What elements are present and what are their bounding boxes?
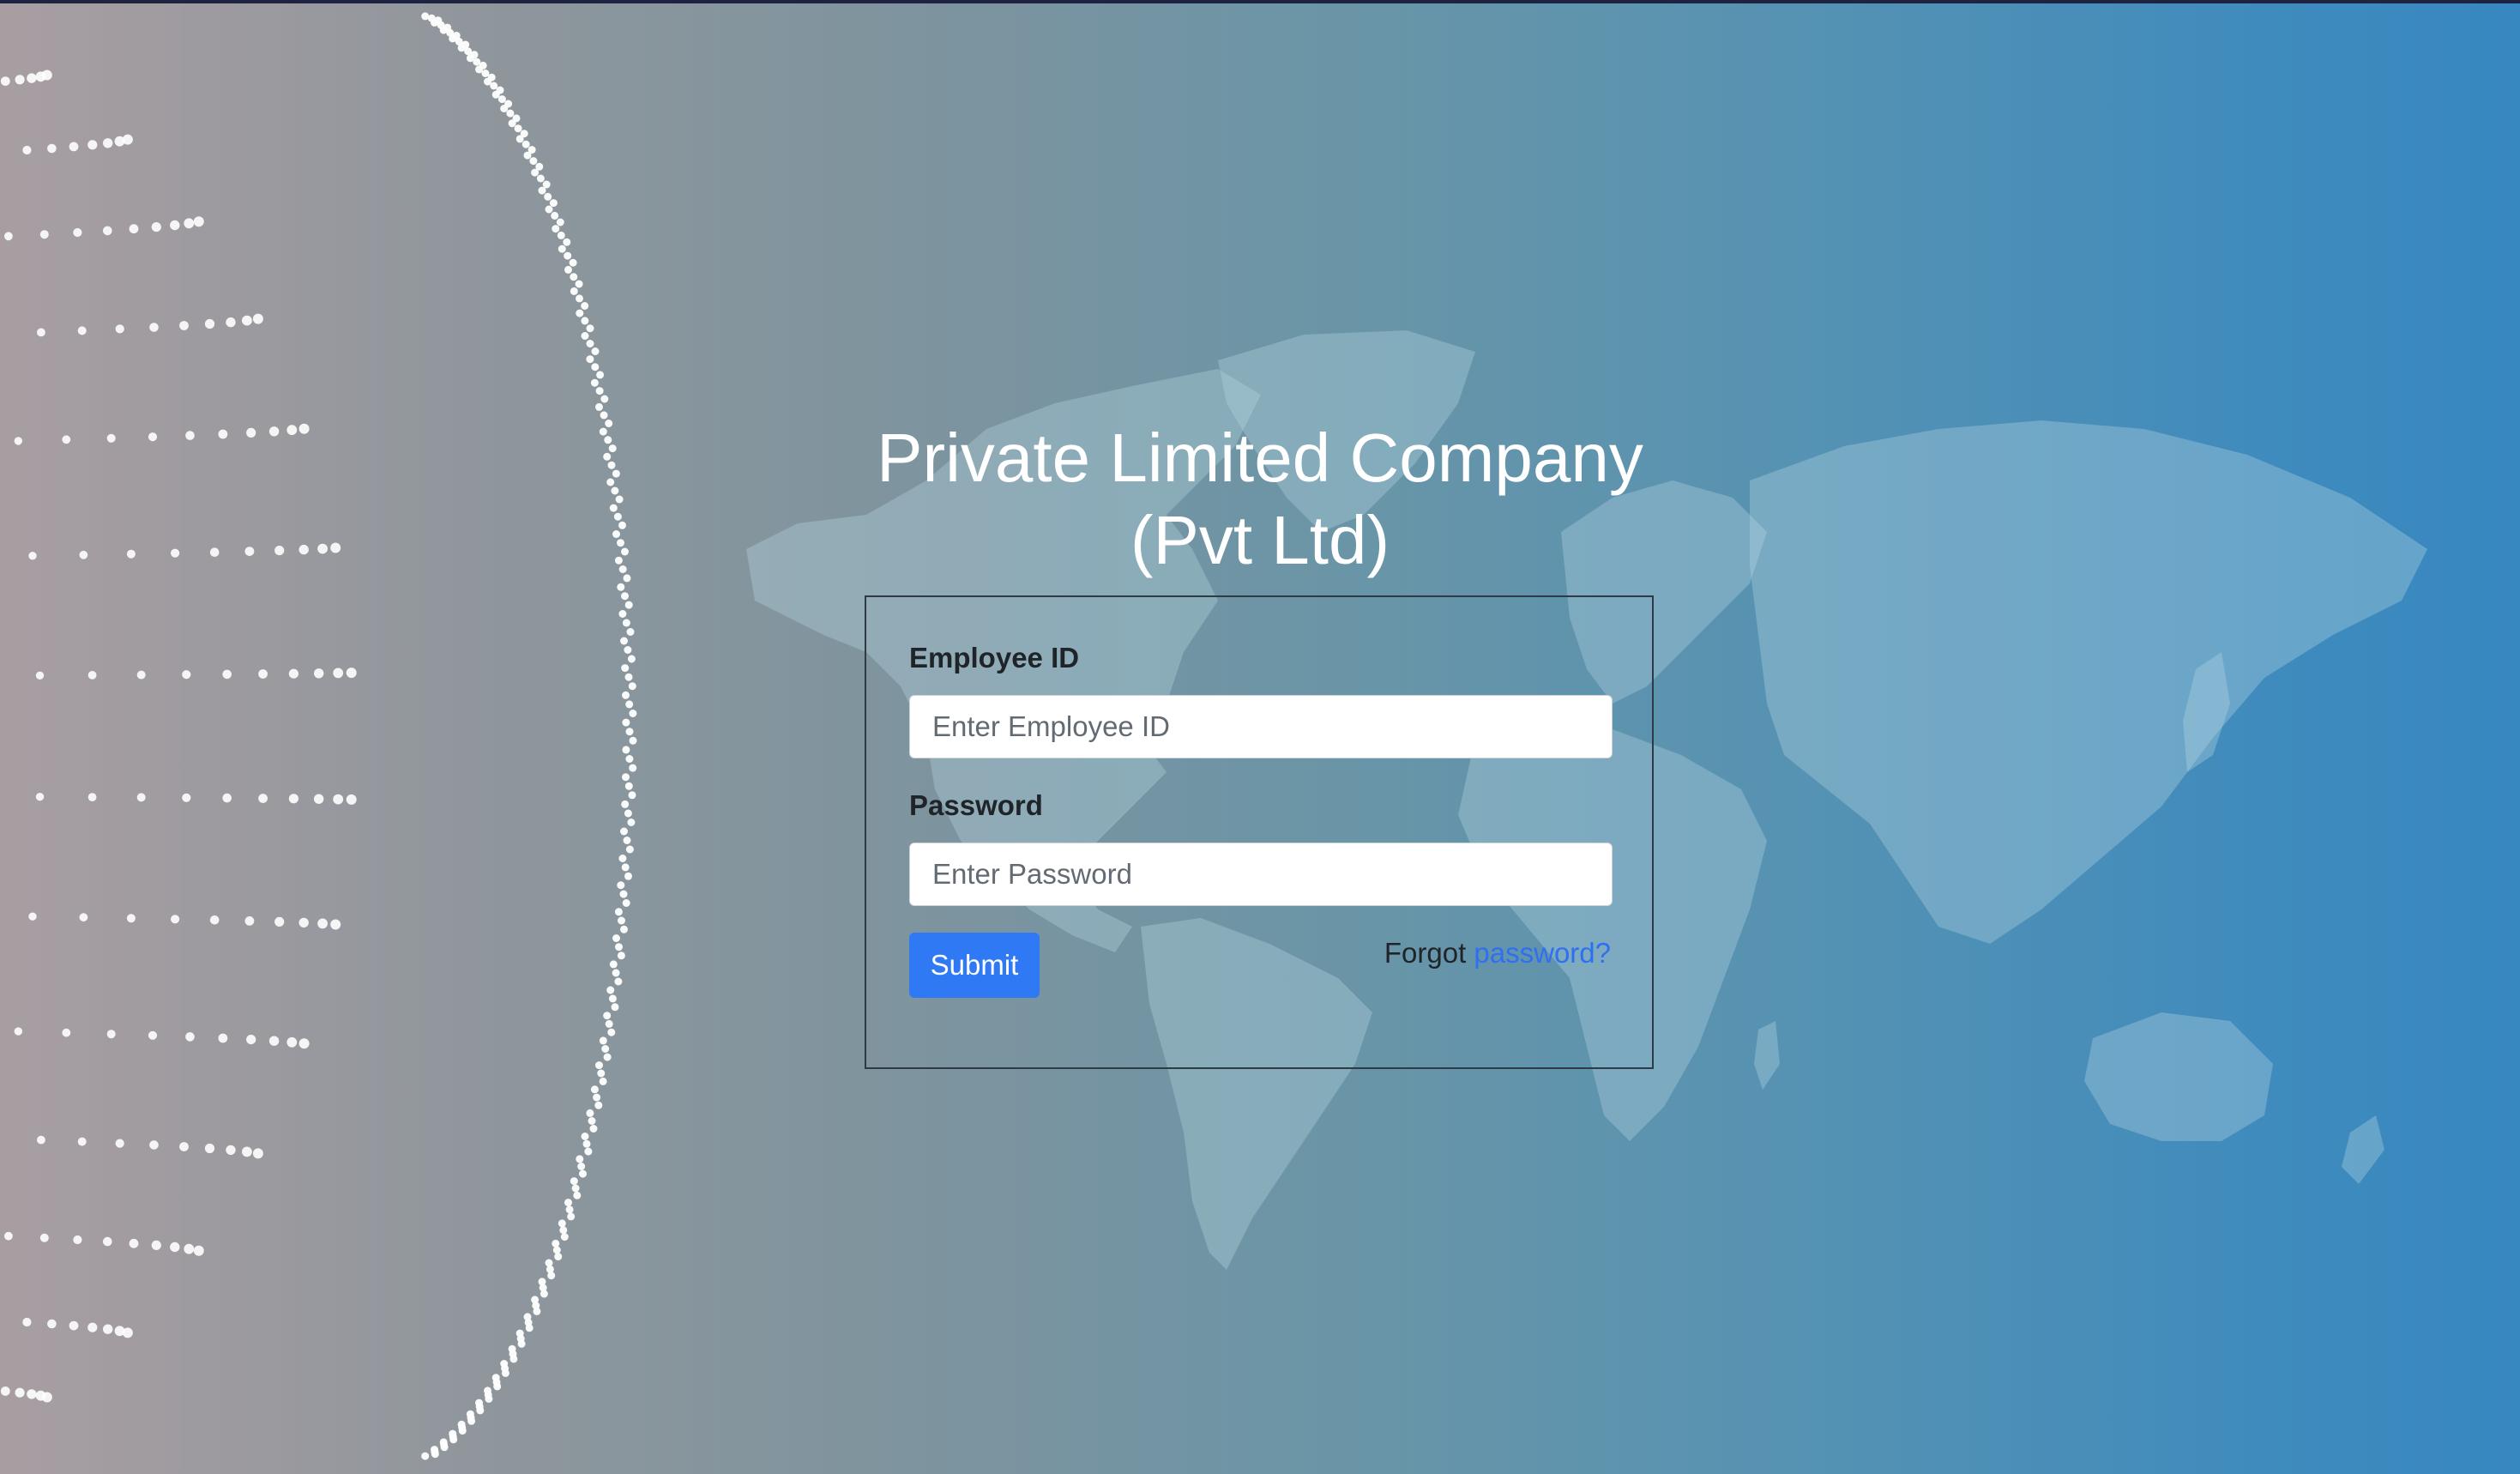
- login-form: Employee ID Password Submit Forgot passw…: [865, 595, 1654, 1069]
- password-label: Password: [909, 789, 1043, 821]
- page-title-line-1: Private Limited Company: [877, 420, 1643, 496]
- forgot-password-text: Forgot password?: [1384, 937, 1611, 970]
- forgot-prefix: Forgot: [1384, 937, 1467, 969]
- page-title: Private Limited Company (Pvt Ltd): [831, 417, 1689, 582]
- forgot-password-link[interactable]: password?: [1474, 937, 1611, 969]
- submit-button[interactable]: Submit: [909, 933, 1040, 998]
- employee-id-input[interactable]: [909, 695, 1613, 758]
- employee-id-label: Employee ID: [909, 642, 1080, 674]
- password-input[interactable]: [909, 843, 1613, 906]
- page-title-line-2: (Pvt Ltd): [1130, 502, 1390, 578]
